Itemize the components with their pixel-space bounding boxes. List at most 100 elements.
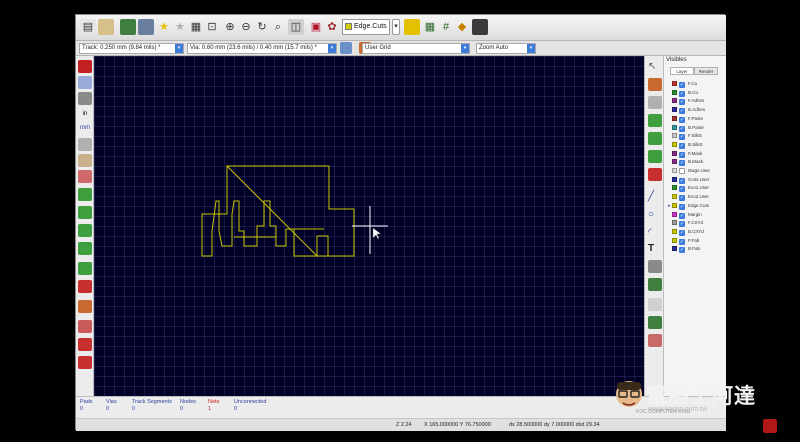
tab-layer[interactable]: Layer <box>670 67 694 75</box>
layer-select[interactable]: Edge.Cuts <box>342 19 390 35</box>
layer-visibility-checkbox[interactable]: ✓ <box>679 238 685 245</box>
layer-row[interactable]: ▸ ✓ Edge.Cuts <box>668 202 724 210</box>
layer-visibility-checkbox[interactable]: ✓ <box>679 186 685 193</box>
netlist-icon[interactable]: ▣ <box>308 19 324 35</box>
layer-visibility-checkbox[interactable]: ✓ <box>679 90 685 97</box>
print-icon[interactable]: ▦ <box>188 19 204 35</box>
layer-color-swatch[interactable] <box>672 89 677 95</box>
units-mm-icon[interactable]: mm <box>78 122 92 135</box>
layer-row[interactable]: ✓ F.Mask <box>668 150 724 158</box>
layer-row[interactable]: ✓ F.CrtYd <box>668 219 724 228</box>
auto-width-icon[interactable] <box>340 42 352 54</box>
add-zone-icon[interactable] <box>648 168 662 181</box>
layer-color-swatch[interactable] <box>672 107 677 113</box>
via-sketch-icon[interactable] <box>78 242 92 255</box>
layer-visibility-checkbox[interactable]: ✓ <box>679 221 685 228</box>
layer-row[interactable]: ✓ Margin <box>668 211 724 219</box>
select-arrow-icon[interactable]: ↖ <box>648 60 662 73</box>
drc-icon[interactable]: ▦ <box>422 19 438 35</box>
undo-icon[interactable]: ★ <box>156 19 172 35</box>
layer-row[interactable]: ✓ B.Paste <box>668 124 724 132</box>
layer-row[interactable]: ✓ F.Paste <box>668 115 724 123</box>
set-origin-icon[interactable] <box>648 316 662 329</box>
layer-row[interactable]: ✓ F.Cu <box>668 80 724 88</box>
new-board-icon[interactable]: ▤ <box>80 19 96 35</box>
layer-color-swatch[interactable] <box>672 194 677 200</box>
layer-visibility-checkbox[interactable]: ✓ <box>679 116 685 123</box>
via-size-select[interactable]: Via: 0.60 mm (23.6 mils) / 0.40 mm (15.7… <box>187 43 337 54</box>
redo-icon[interactable]: ★ <box>172 19 188 35</box>
layers-manager-icon[interactable] <box>78 320 92 333</box>
layer-color-swatch[interactable] <box>672 237 677 243</box>
layer-color-swatch[interactable] <box>672 228 677 234</box>
pad-sketch-icon[interactable] <box>78 224 92 237</box>
layer-row[interactable]: ✓ B.Adhes <box>668 106 724 115</box>
add-via-icon[interactable] <box>648 150 662 163</box>
layer-visibility-checkbox[interactable]: ✓ <box>679 151 685 158</box>
grid-select[interactable]: User Grid ▾ <box>362 43 470 54</box>
ratsnest-icon[interactable] <box>78 154 92 167</box>
layer-color-swatch[interactable] <box>672 159 677 165</box>
python-console-icon[interactable] <box>472 19 488 35</box>
layer-row[interactable]: ✓ B.CrtYd <box>668 228 724 236</box>
layer-color-swatch[interactable] <box>672 141 677 147</box>
save-icon[interactable] <box>120 19 136 35</box>
add-target-icon[interactable] <box>648 278 662 291</box>
zone-fill-icon[interactable] <box>78 188 92 201</box>
open-icon[interactable] <box>98 19 114 35</box>
python-tools-icon[interactable] <box>78 356 92 369</box>
local-ratsnest-icon[interactable] <box>648 96 662 109</box>
find-icon[interactable]: ◫ <box>288 19 304 35</box>
grid-toggle-icon[interactable] <box>78 76 92 89</box>
units-inch-icon[interactable]: in <box>78 108 92 121</box>
high-contrast-icon[interactable] <box>78 280 92 293</box>
layer-row[interactable]: ✓ B.Cu <box>668 89 724 97</box>
layer-color-swatch[interactable] <box>672 150 677 156</box>
layer-visibility-checkbox[interactable]: ✓ <box>679 177 685 184</box>
grid-origin-icon[interactable] <box>648 334 662 347</box>
layer-visibility-checkbox[interactable]: ✓ <box>679 142 685 149</box>
layer-row[interactable]: ✓ F.SilkS <box>668 132 724 141</box>
layer-visibility-checkbox[interactable]: ✓ <box>679 229 685 236</box>
polar-coords-icon[interactable] <box>78 92 92 105</box>
zoom-fit-icon[interactable]: ⌕ <box>270 19 286 35</box>
layer-visibility-checkbox[interactable]: ✓ <box>679 134 685 141</box>
layer-color-swatch[interactable] <box>672 211 677 217</box>
layer-color-swatch[interactable] <box>672 220 677 226</box>
autoroute-icon[interactable]: ✿ <box>324 19 340 35</box>
layer-visibility-checkbox[interactable]: ✓ <box>679 108 685 115</box>
layer-color-swatch[interactable] <box>672 246 677 252</box>
add-arc-icon[interactable]: ◜ <box>648 226 662 239</box>
layer-row[interactable]: ✓Dwgs.User <box>668 167 724 175</box>
zoom-select[interactable]: Zoom Auto ▾ <box>476 43 536 54</box>
layer-color-swatch[interactable] <box>672 98 677 104</box>
add-footprint-icon[interactable] <box>648 114 662 127</box>
zone-outline-icon[interactable] <box>78 206 92 219</box>
layer-visibility-checkbox[interactable]: ✓ <box>679 125 685 132</box>
plot-icon[interactable]: ⊡ <box>204 19 220 35</box>
layer-row[interactable]: ✓ B.Mask <box>668 158 724 167</box>
add-circle-icon[interactable]: ○ <box>648 208 662 221</box>
layer-visibility-checkbox[interactable]: ✓ <box>679 160 685 167</box>
layer-visibility-checkbox[interactable]: ✓ <box>679 82 685 88</box>
track-sketch-icon[interactable] <box>78 262 92 275</box>
microwave-tools-icon[interactable] <box>78 300 92 313</box>
layer-color-swatch[interactable] <box>672 115 677 121</box>
add-line-icon[interactable]: ╱ <box>648 190 662 203</box>
add-dimension-icon[interactable] <box>648 260 662 273</box>
layer-visibility-checkbox[interactable]: ✓ <box>679 212 685 219</box>
route-track-icon[interactable] <box>648 132 662 145</box>
layer-visibility-checkbox[interactable]: ✓ <box>679 203 685 210</box>
page-settings-icon[interactable] <box>138 19 154 35</box>
layer-visibility-checkbox[interactable]: ✓ <box>679 99 685 106</box>
track-width-select[interactable]: Track: 0.250 mm (9.84 mils) * ▾ <box>79 43 184 54</box>
drc-off-icon[interactable] <box>78 60 92 73</box>
tab-render[interactable]: Render <box>694 67 718 75</box>
zoom-redraw-icon[interactable]: ↻ <box>254 19 270 35</box>
scripting-icon[interactable]: # <box>438 19 454 35</box>
zoom-in-icon[interactable]: ⊕ <box>222 19 238 35</box>
layer-pair-icon[interactable] <box>404 19 420 35</box>
footprint-tools-icon[interactable] <box>78 338 92 351</box>
add-text-icon[interactable]: T <box>648 242 662 255</box>
layer-visibility-checkbox[interactable]: ✓ <box>679 168 685 174</box>
